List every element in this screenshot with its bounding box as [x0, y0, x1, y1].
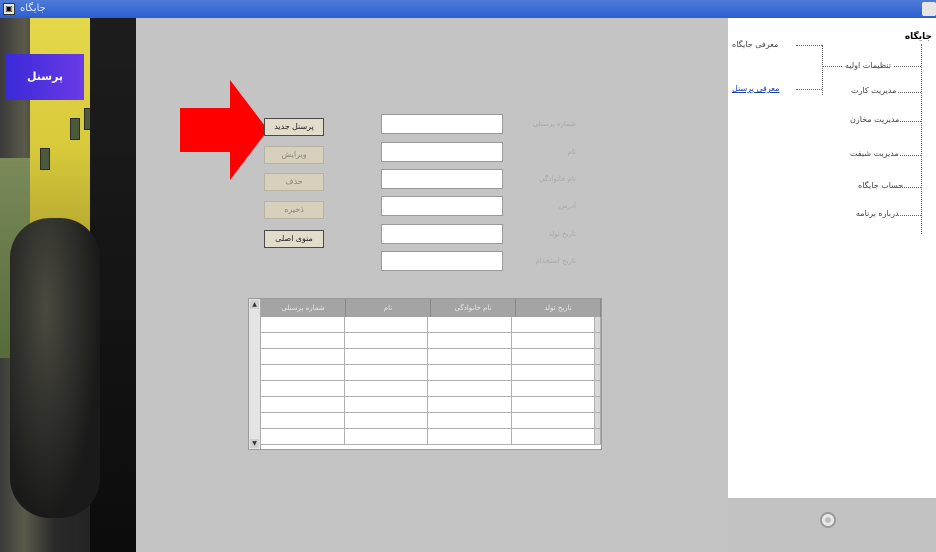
table-row[interactable]: [261, 365, 601, 381]
tree-connector: [894, 66, 921, 67]
hire-date-label: تاریخ استخدام: [535, 257, 576, 265]
tree-item-station-intro[interactable]: معرفی جایگاه: [732, 40, 778, 49]
tree-item-card-management[interactable]: مدیریت کارت: [851, 86, 896, 95]
section-label: پرسنل: [6, 54, 84, 100]
table-row[interactable]: [261, 413, 601, 429]
tree-connector: [921, 44, 922, 234]
main-panel: پرسنل جدید ویرایش حذف ذخیره منوی اصلی شم…: [136, 18, 728, 552]
tree-connector: [898, 215, 921, 216]
last-name-field[interactable]: [381, 169, 503, 189]
scroll-down-icon[interactable]: ▼: [250, 439, 259, 448]
tree-item-about[interactable]: درباره برنامه: [856, 209, 899, 218]
tree-connector: [900, 121, 921, 122]
red-arrow-icon: [180, 80, 268, 180]
window-button[interactable]: [922, 2, 936, 16]
hire-date-field[interactable]: [381, 251, 503, 271]
grid-column-header[interactable]: نام: [346, 299, 431, 317]
last-name-label: نام خانوادگی: [539, 175, 576, 183]
first-name-label: نام: [567, 148, 576, 156]
table-row[interactable]: [261, 429, 601, 445]
personnel-number-label: شماره پرسنلی: [532, 120, 576, 128]
table-row[interactable]: [261, 317, 601, 333]
photo-window: [40, 148, 50, 170]
table-row[interactable]: [261, 397, 601, 413]
title-bar: ▣ جایگاه: [0, 0, 936, 18]
grid-column-header[interactable]: شماره پرسنلی: [261, 299, 346, 317]
window-title: جایگاه: [20, 3, 46, 14]
address-field[interactable]: [381, 196, 503, 216]
tree-item-shift-management[interactable]: مدیریت شیفت: [850, 149, 899, 158]
app-window: ▣ جایگاه پرسنل پرسنل جدید ویرایش حذف ذخی…: [0, 0, 936, 552]
grid-scrollbar[interactable]: ▲ ▼: [249, 299, 261, 449]
photo-window: [70, 118, 80, 140]
save-button[interactable]: ذخیره: [264, 201, 324, 219]
navigation-tree: جایگاه معرفی جایگاه معرفی پرسنل تنظیمات …: [728, 18, 936, 498]
table-row[interactable]: [261, 333, 601, 349]
tree-connector: [900, 187, 921, 188]
tree-item-initial-settings[interactable]: تنظیمات اولیه: [845, 61, 891, 70]
birth-date-field[interactable]: [381, 224, 503, 244]
grid-column-header[interactable]: نام خانوادگی: [431, 299, 516, 317]
tree-connector: [900, 155, 921, 156]
new-personnel-button[interactable]: پرسنل جدید: [264, 118, 324, 136]
tree-connector: [796, 45, 822, 46]
personnel-number-field[interactable]: [381, 114, 503, 134]
delete-button[interactable]: حذف: [264, 173, 324, 191]
grid-header: شماره پرسنلی نام نام خانوادگی تاریخ تولد: [261, 299, 601, 317]
tree-item-personnel-intro[interactable]: معرفی پرسنل: [732, 84, 779, 93]
header-photo: پرسنل: [0, 18, 136, 552]
tree-connector: [822, 45, 823, 95]
first-name-field[interactable]: [381, 142, 503, 162]
birth-date-label: تاریخ تولد: [548, 230, 576, 238]
gear-icon[interactable]: [820, 512, 836, 528]
personnel-grid[interactable]: ▲ ▼ شماره پرسنلی نام نام خانوادگی تاریخ …: [248, 298, 602, 450]
address-label: آدرس: [559, 202, 576, 210]
photo-hose: [10, 218, 100, 518]
tree-connector: [898, 92, 921, 93]
tree-item-tank-management[interactable]: مدیریت مخازن: [850, 115, 899, 124]
table-row[interactable]: [261, 381, 601, 397]
edit-button[interactable]: ویرایش: [264, 146, 324, 164]
main-menu-button[interactable]: منوی اصلی: [264, 230, 324, 248]
grid-column-header[interactable]: تاریخ تولد: [516, 299, 601, 317]
bottom-right-panel: [728, 498, 936, 552]
tree-item-station-account[interactable]: حساب جایگاه: [858, 181, 903, 190]
tree-root[interactable]: جایگاه: [905, 32, 932, 42]
table-row[interactable]: [261, 349, 601, 365]
app-icon[interactable]: ▣: [3, 3, 15, 15]
grid-rows: [261, 317, 601, 445]
tree-connector: [822, 66, 842, 67]
tree-connector: [796, 89, 822, 90]
scroll-up-icon[interactable]: ▲: [250, 300, 259, 309]
